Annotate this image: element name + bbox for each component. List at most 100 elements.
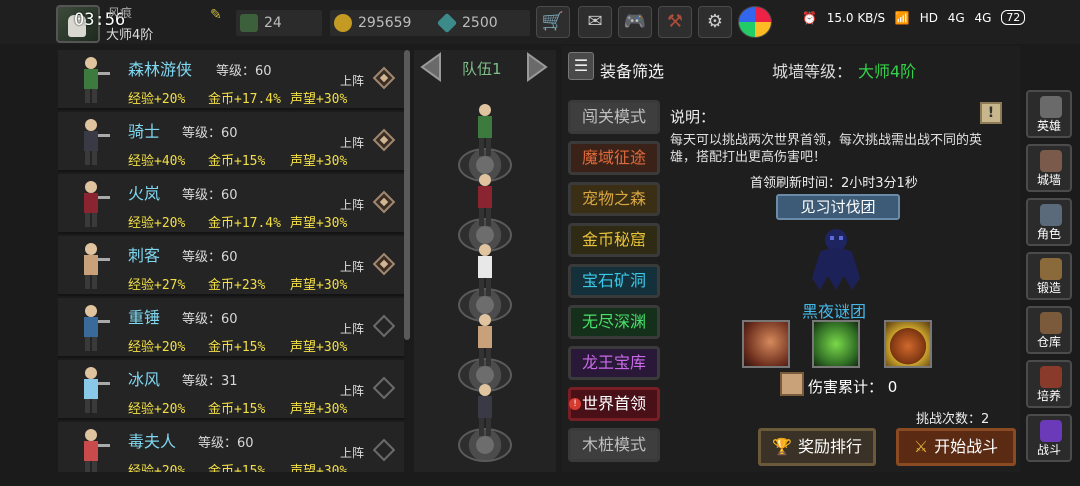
nav-button[interactable]: 培养 — [1026, 360, 1072, 408]
tools-button[interactable]: ⚒ — [658, 6, 692, 38]
reward-item-2[interactable] — [812, 320, 860, 368]
challenge-attempts: 挑战次数：2 — [916, 412, 990, 427]
hero-row[interactable]: 森林游侠 等级：60 上阵 经验+20% 金币+17.4% 声望+30% — [58, 50, 404, 110]
gold-bonus: 金币+15% — [208, 402, 266, 417]
mode-button[interactable]: 龙王宝库 — [568, 346, 660, 380]
net-speed: 15.0 KB/S — [826, 10, 886, 25]
exp-bonus: 经验+20% — [128, 340, 186, 355]
deploy-label: 上阵 — [340, 198, 365, 212]
mode-label: 世界首领 — [581, 394, 646, 413]
trophy-icon: 🏆 — [772, 437, 792, 456]
deploy-label: 上阵 — [340, 384, 365, 398]
nav-label: 仓库 — [1036, 335, 1061, 349]
hero-level: 等级：31 — [182, 374, 238, 389]
wifi-icon: 📶 — [894, 10, 910, 25]
team-slot[interactable] — [458, 312, 512, 392]
mail-button[interactable]: ✉ — [578, 6, 612, 38]
deploy-toggle[interactable] — [372, 314, 396, 338]
mode-button[interactable]: 宝石矿洞 — [568, 264, 660, 298]
gem-icon — [436, 12, 458, 34]
mode-label: 闯关模式 — [581, 107, 646, 126]
mode-label: 魔域征途 — [581, 148, 646, 167]
deploy-toggle[interactable] — [372, 438, 396, 462]
mode-label: 龙王宝库 — [581, 353, 646, 372]
hero-row[interactable]: 火岚 等级：60 上阵 经验+20% 金币+17.4% 声望+30% — [58, 174, 404, 234]
mode-button[interactable]: ! 世界首领 — [568, 387, 660, 421]
world-boss-panel: ☰ 装备筛选 城墙等级： 大师4阶 闯关模式 魔域征途 宠物之森 金币秘窟 宝石矿洞 无尽… — [562, 46, 1020, 472]
nav-button[interactable]: 战斗 — [1026, 414, 1072, 462]
right-nav: 英雄 城墙 角色 锻造 仓库 培养 战斗 — [1024, 90, 1074, 470]
team-next-arrow-icon[interactable] — [522, 52, 552, 82]
team-slot[interactable] — [458, 242, 512, 322]
mode-button[interactable]: 宠物之森 — [568, 182, 660, 216]
edit-icon[interactable]: ✎ — [210, 7, 226, 23]
shop-cart-button[interactable]: 🛒 — [536, 6, 570, 38]
mode-button[interactable]: 金币秘窟 — [568, 223, 660, 257]
fame-bonus: 声望+30% — [290, 216, 348, 231]
equipment-filter-label[interactable]: 装备筛选 — [600, 58, 664, 82]
reward-item-3[interactable] — [884, 320, 932, 368]
nav-button[interactable]: 锻造 — [1026, 252, 1072, 300]
nav-icon — [1040, 420, 1062, 442]
hero-row[interactable]: 刺客 等级：60 上阵 经验+27% 金币+23% 声望+30% — [58, 236, 404, 296]
deploy-toggle[interactable] — [372, 128, 396, 152]
damage-value: 0 — [887, 378, 898, 396]
hero-row[interactable]: 骑士 等级：60 上阵 经验+40% 金币+15% 声望+30% — [58, 112, 404, 172]
mode-button[interactable]: 无尽深渊 — [568, 305, 660, 339]
top-bar: 03:56 风痕 大师4阶 ✎ 24 295659 2500 🛒 ✉ 🎮 ⚒ ⚙… — [0, 0, 1080, 44]
nav-label: 英雄 — [1036, 119, 1061, 133]
filter-menu-icon[interactable]: ☰ — [568, 52, 594, 80]
hero-list-scrollbar[interactable] — [404, 50, 410, 340]
mode-button[interactable]: 木桩模式 — [568, 428, 660, 462]
boss-tier-button[interactable]: 见习讨伐团 — [776, 194, 900, 220]
reward-item-1[interactable] — [742, 320, 790, 368]
mode-button[interactable]: 魔域征途 — [568, 141, 660, 175]
hd-badge: HD — [919, 10, 938, 25]
deploy-toggle[interactable] — [372, 190, 396, 214]
gold-bonus: 金币+15% — [208, 464, 266, 472]
gold-value: 295659 — [358, 15, 412, 31]
hero-row[interactable]: 毒夫人 等级：60 上阵 经验+20% 金币+15% 声望+30% — [58, 422, 404, 472]
nav-button[interactable]: 城墙 — [1026, 144, 1072, 192]
player-name: 风痕 — [108, 6, 133, 20]
reward-ranking-button[interactable]: 🏆 奖励排行 — [758, 428, 876, 466]
gem-counter: 2500 — [434, 10, 530, 36]
mode-label: 无尽深渊 — [581, 312, 646, 331]
gold-counter: 295659 — [330, 10, 450, 36]
gamepad-button[interactable]: 🎮 — [618, 6, 652, 38]
hero-row[interactable]: 重锤 等级：60 上阵 经验+20% 金币+15% 声望+30% — [58, 298, 404, 358]
hero-sprite — [84, 181, 110, 227]
gold-bonus: 金币+17.4% — [208, 216, 281, 231]
mode-label: 木桩模式 — [581, 435, 646, 454]
fame-bonus: 声望+30% — [290, 464, 348, 472]
deploy-toggle[interactable] — [372, 376, 396, 400]
deploy-label: 上阵 — [340, 322, 365, 336]
team-slot[interactable] — [458, 102, 512, 182]
team-label: 队伍1 — [462, 60, 502, 78]
hero-list[interactable]: 森林游侠 等级：60 上阵 经验+20% 金币+17.4% 声望+30% 骑士 … — [58, 50, 404, 472]
hero-row[interactable]: 冰风 等级：31 上阵 经验+20% 金币+15% 声望+30% — [58, 360, 404, 420]
nav-button[interactable]: 角色 — [1026, 198, 1072, 246]
hero-name: 重锤 — [128, 308, 161, 327]
hero-level: 等级：60 — [198, 436, 254, 451]
team-slot[interactable] — [458, 172, 512, 252]
team-slot[interactable] — [458, 382, 512, 462]
nav-button[interactable]: 仓库 — [1026, 306, 1072, 354]
exp-bonus: 经验+40% — [128, 154, 186, 169]
settings-gear-button[interactable]: ⚙ — [698, 6, 732, 38]
deploy-toggle[interactable] — [372, 66, 396, 90]
fame-bonus: 声望+30% — [290, 402, 348, 417]
nav-button[interactable]: 英雄 — [1026, 90, 1072, 138]
start-battle-button[interactable]: ⚔ 开始战斗 — [896, 428, 1016, 466]
lucky-wheel-button[interactable] — [738, 6, 772, 38]
energy-icon — [240, 14, 258, 32]
signal-2: 4G — [974, 10, 992, 25]
exp-bonus: 经验+20% — [128, 464, 186, 472]
team-prev-arrow-icon[interactable] — [416, 52, 446, 82]
hero-level: 等级：60 — [182, 312, 238, 327]
mode-button[interactable]: 闯关模式 — [568, 100, 660, 134]
help-icon[interactable]: ! — [980, 102, 1002, 124]
alarm-icon: ⏰ — [802, 10, 817, 25]
signal-1: 4G — [947, 10, 965, 25]
deploy-toggle[interactable] — [372, 252, 396, 276]
